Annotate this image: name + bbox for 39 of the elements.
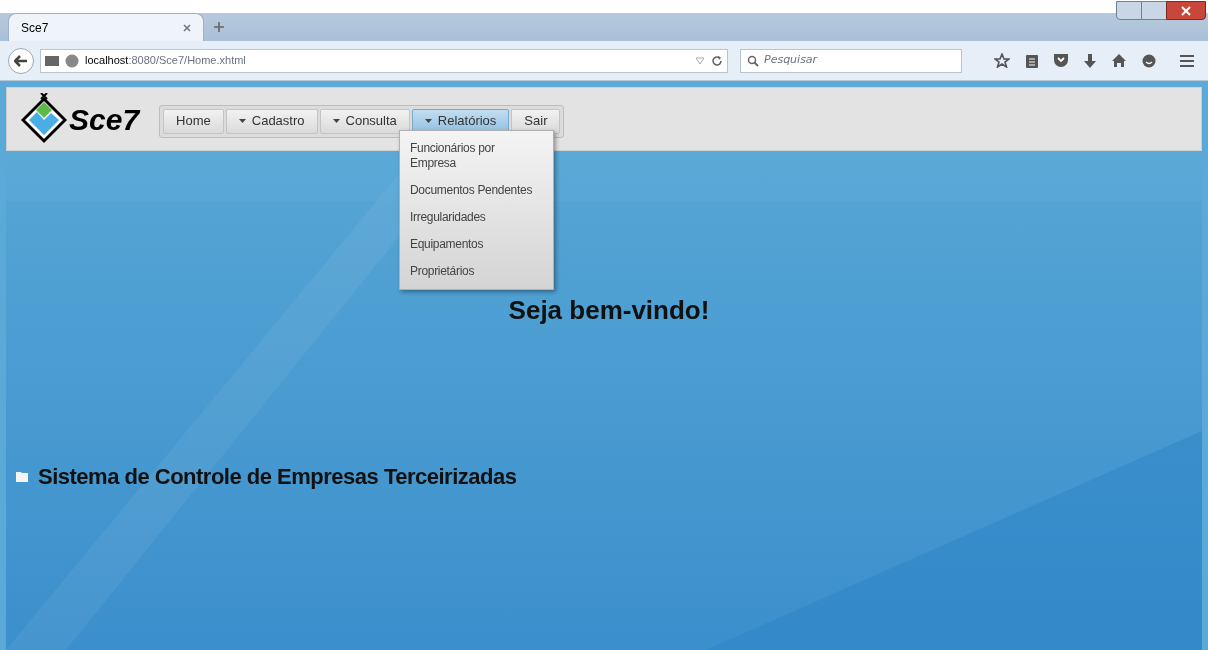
home-icon[interactable]: [1112, 54, 1126, 67]
system-title: Sistema de Controle de Empresas Terceirizadas: [38, 463, 517, 491]
menu-item[interactable]: Irregularidades: [400, 204, 553, 231]
logo-icon: [21, 93, 67, 145]
search-icon: [747, 54, 759, 67]
menu-icon[interactable]: [1180, 54, 1194, 67]
close-icon[interactable]: [183, 23, 191, 32]
menu-item[interactable]: Proprietários: [400, 258, 553, 285]
browser-tab[interactable]: Sce7: [8, 13, 204, 41]
close-window-button[interactable]: [1166, 1, 1206, 20]
caret-icon: [424, 119, 432, 123]
back-icon: [14, 54, 28, 67]
menu-item[interactable]: Funcionários por Empresa: [400, 135, 553, 177]
new-tab-icon[interactable]: [214, 22, 224, 32]
caret-icon: [238, 119, 246, 123]
search-input[interactable]: Pesquisar: [764, 52, 944, 69]
globe-icon: [65, 53, 79, 68]
download-icon[interactable]: [1084, 53, 1096, 68]
chat-icon[interactable]: [1142, 53, 1156, 68]
folder-icon: [16, 471, 28, 482]
restore-button[interactable]: [1142, 1, 1166, 20]
minimize-button[interactable]: [1116, 1, 1142, 20]
back-button[interactable]: [8, 47, 34, 74]
menu-button[interactable]: Home: [163, 108, 224, 134]
reload-icon[interactable]: [711, 54, 723, 67]
menu-button[interactable]: Consulta: [319, 108, 410, 134]
caret-icon: [332, 119, 340, 123]
tab-title: Sce7: [21, 19, 49, 37]
clipboard-icon[interactable]: [1026, 53, 1038, 68]
search-box[interactable]: Pesquisar: [740, 48, 962, 73]
pocket-icon[interactable]: [1054, 54, 1068, 67]
welcome-heading: Seja bem-vindo!: [508, 294, 710, 327]
star-icon[interactable]: [994, 53, 1010, 68]
menu-button[interactable]: Cadastro: [225, 108, 318, 134]
menu-item[interactable]: Documentos Pendentes: [400, 177, 553, 204]
logo-text: Sce7: [69, 101, 140, 138]
address-field[interactable]: localhost:8080/Sce7/Home.xhtml: [85, 52, 246, 69]
menu-item[interactable]: Equipamentos: [400, 231, 553, 258]
close-icon: [1181, 5, 1191, 16]
